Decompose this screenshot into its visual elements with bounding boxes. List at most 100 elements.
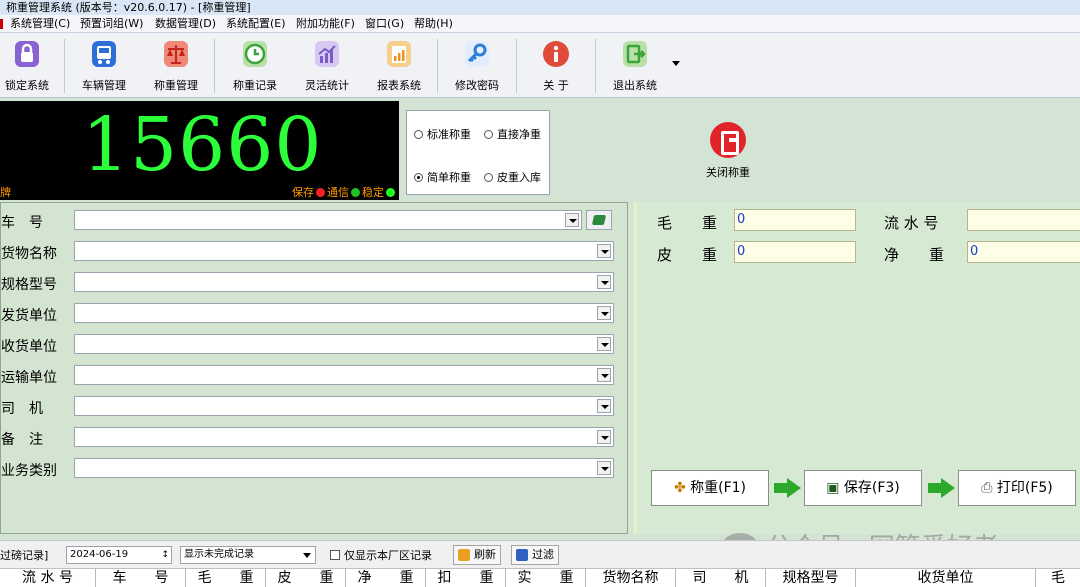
mode-simple-radio[interactable]: 简单称重 [414, 169, 471, 185]
close-weighing-button[interactable]: 关闭称重 [696, 122, 760, 182]
column-header[interactable]: 毛 [1036, 569, 1080, 587]
tare-weight-label: 皮 重 [657, 246, 718, 264]
vehicle-combo[interactable] [74, 210, 582, 230]
form-row-carrier: 运输单位 [1, 363, 621, 387]
lock-system-button[interactable]: 锁定系统 [0, 37, 58, 95]
column-header[interactable]: 司 机 [676, 569, 766, 587]
driver-combo[interactable] [74, 396, 614, 416]
lock-system-label: 锁定系统 [5, 79, 49, 92]
business-type-combo[interactable] [74, 458, 614, 478]
form-row-goods: 货物名称 [1, 239, 621, 263]
column-header[interactable]: 毛 重 [186, 569, 266, 587]
weighing-records-button[interactable]: 称重记录 [224, 37, 286, 95]
form-row-shipper: 发货单位 [1, 301, 621, 325]
date-picker[interactable]: 2024-06-19 ↕ [66, 546, 172, 564]
shipper-combo[interactable] [74, 303, 614, 323]
chevron-down-icon[interactable] [597, 368, 611, 382]
menu-addons[interactable]: 附加功能(F) [296, 15, 355, 33]
status-indicators: 保存 通信 稳定 [292, 186, 397, 199]
vehicle-lookup-book-icon[interactable] [586, 210, 612, 230]
flexible-statistics-button[interactable]: 灵活统计 [296, 37, 358, 95]
column-header[interactable]: 皮 重 [266, 569, 346, 587]
chevron-down-icon[interactable] [303, 553, 311, 558]
shipper-label: 发货单位 [1, 308, 57, 324]
column-header[interactable]: 扣 重 [426, 569, 506, 587]
form-row-driver: 司 机 [1, 394, 621, 418]
net-weight-field[interactable]: 0 [967, 241, 1080, 263]
column-header[interactable]: 货物名称 [586, 569, 676, 587]
mode-standard-radio[interactable]: 标准称重 [414, 126, 471, 142]
chevron-down-icon[interactable] [597, 275, 611, 289]
column-header[interactable]: 流 水 号 [0, 569, 96, 587]
form-row-vehicle: 车 号 [1, 208, 621, 232]
info-icon [539, 37, 573, 71]
column-header[interactable]: 车 号 [96, 569, 186, 587]
chevron-down-icon[interactable] [597, 399, 611, 413]
toolbar: 锁定系统 车辆管理 称重管理 称重记录 灵活统计 报表系统 修改密码 关 于 退… [0, 33, 1080, 98]
serial-number-field[interactable] [967, 209, 1080, 231]
vehicle-management-button[interactable]: 车辆管理 [73, 37, 135, 95]
net-weight-label: 净 重 [884, 246, 945, 264]
stable-status-label: 稳定 [362, 186, 384, 199]
mode-direct-net-radio[interactable]: 直接净重 [484, 126, 541, 142]
column-header[interactable]: 规格型号 [766, 569, 856, 587]
goods-combo[interactable] [74, 241, 614, 261]
chevron-down-icon[interactable] [597, 337, 611, 351]
chevron-down-icon[interactable] [597, 244, 611, 258]
lock-icon [10, 37, 44, 71]
chevron-down-icon[interactable] [597, 430, 611, 444]
save-button[interactable]: ▣ 保存(F3) [804, 470, 922, 506]
weight-display: 15660 牌 保存 通信 稳定 [0, 101, 399, 200]
exit-icon [710, 122, 746, 158]
form-row-spec: 规格型号 [1, 270, 621, 294]
menu-preset-phrases[interactable]: 预置词组(W) [80, 15, 143, 33]
vehicle-label: 车 号 [1, 215, 43, 231]
local-only-checkbox[interactable]: 仅显示本厂区记录 [330, 547, 432, 563]
receiver-combo[interactable] [74, 334, 614, 354]
chevron-down-icon[interactable] [672, 61, 680, 66]
chevron-down-icon[interactable] [597, 461, 611, 475]
chevron-down-icon[interactable] [565, 213, 579, 227]
toolbar-separator [595, 39, 596, 93]
tare-weight-field[interactable]: 0 [734, 241, 856, 263]
spec-combo[interactable] [74, 272, 614, 292]
weighing-management-button[interactable]: 称重管理 [145, 37, 207, 95]
spin-icon[interactable]: ↕ [161, 547, 169, 563]
gross-weight-label: 毛 重 [657, 214, 718, 232]
bus-icon [87, 37, 121, 71]
business-type-label: 业务类别 [1, 463, 57, 479]
column-header[interactable]: 净 重 [346, 569, 426, 587]
remark-combo[interactable] [74, 427, 614, 447]
receiver-label: 收货单位 [1, 339, 57, 355]
column-header[interactable]: 实 重 [506, 569, 586, 587]
remark-label: 备 注 [1, 432, 43, 448]
change-password-button[interactable]: 修改密码 [446, 37, 508, 95]
change-password-label: 修改密码 [455, 79, 499, 92]
column-header[interactable]: 收货单位 [856, 569, 1036, 587]
menu-window[interactable]: 窗口(G) [365, 15, 404, 33]
filter-button[interactable]: 过滤 [511, 545, 559, 565]
radio-icon [484, 173, 493, 182]
menu-config[interactable]: 系统配置(E) [226, 15, 286, 33]
gross-weight-field[interactable]: 0 [734, 209, 856, 231]
exit-icon [618, 37, 652, 71]
record-filter-select[interactable]: 显示未完成记录 [180, 546, 316, 564]
mode-tare-store-radio[interactable]: 皮重入库 [484, 169, 541, 185]
chart-icon [310, 37, 344, 71]
save-icon: ▣ [826, 480, 840, 496]
exit-system-button[interactable]: 退出系统 [604, 37, 666, 95]
print-button[interactable]: ⎙ 打印(F5) [958, 470, 1076, 506]
toolbar-separator [64, 39, 65, 93]
menu-system[interactable]: 系统管理(C) [10, 15, 70, 33]
chevron-down-icon[interactable] [597, 306, 611, 320]
refresh-button[interactable]: 刷新 [453, 545, 501, 565]
carrier-combo[interactable] [74, 365, 614, 385]
weigh-button[interactable]: ✤ 称重(F1) [651, 470, 769, 506]
weighing-management-label: 称重管理 [154, 79, 198, 92]
report-system-button[interactable]: 报表系统 [368, 37, 430, 95]
weight-status-bar: 牌 保存 通信 稳定 [0, 186, 399, 199]
menu-data[interactable]: 数据管理(D) [155, 15, 216, 33]
about-button[interactable]: 关 于 [525, 37, 587, 95]
carrier-label: 运输单位 [1, 370, 57, 386]
menu-help[interactable]: 帮助(H) [414, 15, 453, 33]
